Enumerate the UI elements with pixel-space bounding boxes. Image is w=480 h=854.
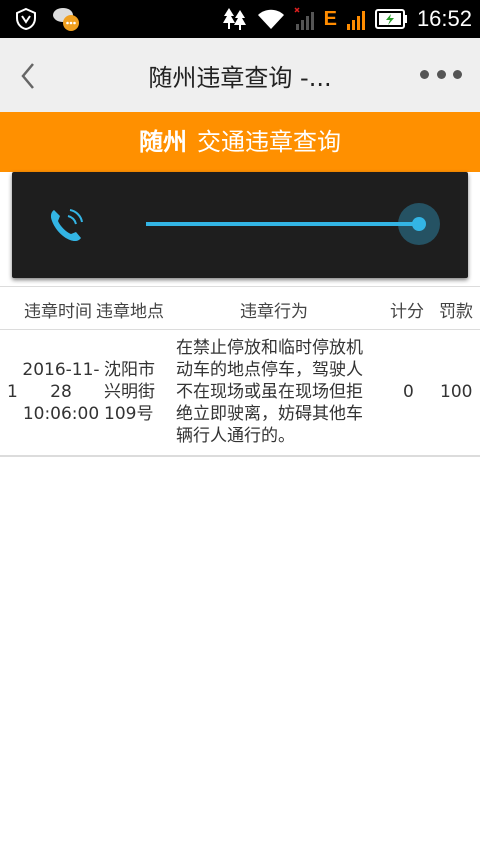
row-time-line: 28: [50, 382, 72, 402]
row-behavior: 在禁止停放和临时停放机 动车的地点停车，驾驶人 不在现场或虽在现场但拒 绝立即驶…: [176, 337, 363, 447]
app-bar: 随州违章查询 -...: [0, 38, 480, 113]
wifi-icon: [257, 9, 284, 29]
header-points: 计分: [390, 302, 424, 322]
header-place: 违章地点: [96, 302, 164, 322]
volume-slider-thumb[interactable]: [398, 203, 440, 245]
shield-icon: [16, 7, 36, 31]
row-behavior-line: 辆行人通行的。: [176, 426, 295, 446]
row-behavior-line: 绝立即驶离，妨碍其他车: [176, 404, 363, 424]
header-fine: 罚款: [439, 302, 473, 322]
trees-icon: [222, 8, 246, 30]
row-behavior-line: 在禁止停放和临时停放机: [176, 338, 363, 358]
row-behavior-line: 不在现场或虽在现场但拒: [176, 382, 363, 402]
row-place-line: 兴明街: [104, 382, 155, 402]
row-time-line: 10:06:00: [22, 404, 100, 424]
table-row[interactable]: 1 2016-11- 28 10:06:00 沈阳市 兴明街 109号 在禁止停…: [0, 329, 480, 457]
banner-city: 随州: [139, 128, 187, 156]
status-time: 16:52: [416, 6, 472, 31]
header-time: 违章时间: [24, 302, 92, 322]
volume-overlay: [12, 172, 468, 278]
query-banner: 随州 交通违章查询: [0, 112, 480, 172]
overflow-menu-icon[interactable]: [420, 66, 462, 82]
volume-track[interactable]: [146, 222, 422, 226]
menu-dot: [453, 69, 462, 79]
network-type-label: E: [323, 7, 337, 30]
row-index: 1: [7, 382, 18, 402]
signal-icon: [346, 11, 365, 30]
row-place: 沈阳市 兴明街 109号: [104, 359, 155, 425]
menu-dot: [436, 69, 446, 79]
row-time-line: 2016-11-: [22, 360, 100, 380]
table-header: 违章时间 违章地点 违章行为 计分 罚款: [0, 286, 480, 330]
page-title: 随州违章查询 -...: [148, 64, 332, 92]
battery-charging-icon: [374, 9, 407, 29]
row-points: 0: [403, 382, 414, 402]
banner-title: 交通违章查询: [197, 128, 341, 156]
status-bar-left-icons: [14, 6, 80, 32]
row-place-line: 沈阳市: [104, 360, 155, 380]
phone-volume-icon: [50, 209, 83, 242]
row-place-line: 109号: [104, 404, 154, 424]
chat-notification-icon: [53, 8, 79, 31]
row-behavior-line: 动车的地点停车，驾驶人: [176, 360, 363, 380]
row-time: 2016-11- 28 10:06:00: [22, 359, 100, 425]
status-bar: E 16:52: [0, 0, 480, 38]
header-behavior: 违章行为: [240, 302, 308, 322]
banner-text-row: 随州 交通违章查询: [0, 112, 480, 172]
menu-dot: [420, 69, 429, 79]
row-fine: 100: [440, 382, 473, 402]
volume-thumb-dot: [412, 217, 426, 231]
status-bar-right-icons: E 16:52: [222, 4, 472, 34]
signal-off-icon: [294, 7, 314, 30]
